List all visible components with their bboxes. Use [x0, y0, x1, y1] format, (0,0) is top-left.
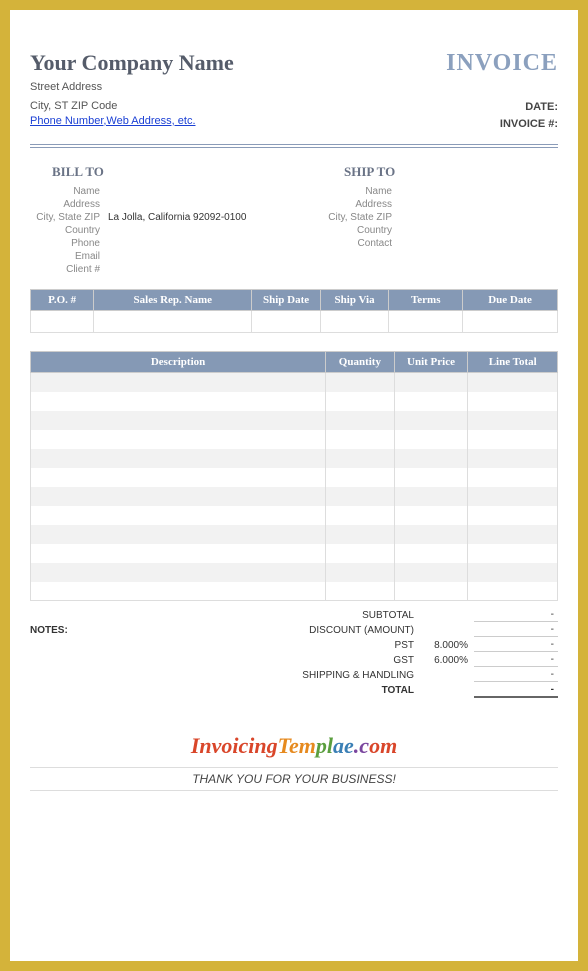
pst-value: - [474, 638, 558, 652]
brand-logo: InvoicingTemplae.com [30, 733, 558, 759]
order-table: P.O. # Sales Rep. Name Ship Date Ship Vi… [30, 289, 558, 333]
total-value: - [474, 683, 558, 698]
bill-email-label: Email [30, 251, 108, 262]
bill-to-title: BILL TO [52, 164, 294, 180]
discount-label: DISCOUNT (AMOUNT) [309, 625, 420, 636]
discount-value: - [474, 623, 558, 637]
item-row [31, 525, 558, 544]
item-row [31, 392, 558, 411]
subtotal-label: SUBTOTAL [362, 610, 420, 621]
invoice-title: INVOICE [446, 50, 558, 77]
col-unit: Unit Price [394, 352, 468, 373]
bill-city-value: La Jolla, California 92092-0100 [108, 212, 246, 223]
col-terms: Terms [389, 290, 463, 311]
col-rep: Sales Rep. Name [94, 290, 252, 311]
notes-label: NOTES: [30, 625, 283, 636]
subtotal-value: - [474, 608, 558, 622]
bill-address-label: Address [30, 199, 108, 210]
col-shipvia: Ship Via [320, 290, 389, 311]
company-street: Street Address [30, 80, 234, 95]
company-name: Your Company Name [30, 50, 234, 76]
item-row [31, 487, 558, 506]
bill-city-label: City, State ZIP [30, 212, 108, 223]
ship-to-title: SHIP TO [344, 164, 558, 180]
bill-name-label: Name [30, 186, 108, 197]
ship-value: - [474, 668, 558, 682]
col-linetotal: Line Total [468, 352, 558, 373]
item-row [31, 449, 558, 468]
ship-name-label: Name [294, 186, 400, 197]
items-table: Description Quantity Unit Price Line Tot… [30, 351, 558, 601]
invoice-no-label: INVOICE #: [446, 116, 558, 133]
item-row [31, 506, 558, 525]
pst-label: PST [395, 640, 420, 651]
order-row [31, 311, 558, 333]
company-contact-link[interactable]: Phone Number,Web Address, etc. [30, 115, 196, 127]
ship-label: SHIPPING & HANDLING [302, 670, 420, 681]
item-row [31, 411, 558, 430]
ship-address-label: Address [294, 199, 400, 210]
bill-client-label: Client # [30, 264, 108, 275]
total-label: TOTAL [382, 685, 420, 696]
company-city: City, ST ZIP Code [30, 99, 234, 114]
col-po: P.O. # [31, 290, 94, 311]
item-row [31, 430, 558, 449]
ship-country-label: Country [294, 225, 400, 236]
item-row [31, 544, 558, 563]
gst-label: GST [393, 655, 420, 666]
thank-you: THANK YOU FOR YOUR BUSINESS! [30, 767, 558, 791]
item-row [31, 582, 558, 601]
invoice-page: Your Company Name Street Address City, S… [10, 10, 578, 961]
gst-rate: 6.000% [420, 655, 474, 666]
bill-phone-label: Phone [30, 238, 108, 249]
gst-value: - [474, 653, 558, 667]
item-row [31, 468, 558, 487]
col-desc: Description [31, 352, 326, 373]
item-row [31, 563, 558, 582]
col-due: Due Date [463, 290, 558, 311]
item-row [31, 373, 558, 392]
date-label: DATE: [446, 99, 558, 116]
bill-country-label: Country [30, 225, 108, 236]
pst-rate: 8.000% [420, 640, 474, 651]
divider [30, 144, 558, 148]
col-shipdate: Ship Date [252, 290, 321, 311]
col-qty: Quantity [326, 352, 395, 373]
ship-city-label: City, State ZIP [294, 212, 400, 223]
ship-contact-label: Contact [294, 238, 400, 249]
